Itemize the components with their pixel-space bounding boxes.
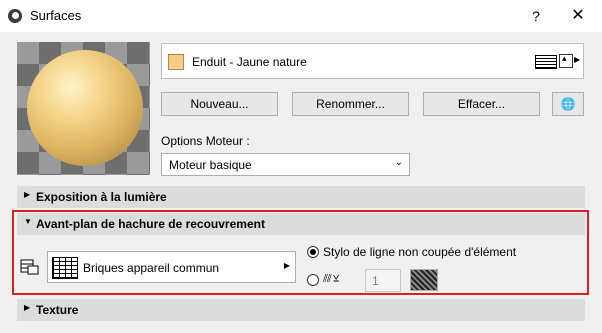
image-icon bbox=[559, 53, 573, 68]
section-texture[interactable]: ▶ Texture bbox=[17, 299, 585, 321]
hatch-pattern-icon bbox=[535, 55, 557, 69]
globe-button[interactable]: 🌐 bbox=[552, 92, 584, 116]
engine-select[interactable]: Moteur basique ⌄ bbox=[161, 153, 410, 176]
material-selector[interactable]: Enduit - Jaune nature ▶ bbox=[161, 43, 584, 79]
material-color-swatch bbox=[168, 54, 184, 70]
window-title: Surfaces bbox=[30, 8, 82, 23]
highlight-frame bbox=[12, 210, 589, 295]
app-logo-icon bbox=[8, 9, 22, 23]
engine-select-value: Moteur basique bbox=[169, 158, 252, 172]
chevron-right-icon: ▶ bbox=[574, 55, 581, 64]
section-exposure-title: Exposition à la lumière bbox=[36, 190, 167, 204]
expand-arrow-icon: ▶ bbox=[24, 190, 31, 199]
material-preview bbox=[17, 42, 150, 175]
section-exposure[interactable]: ▶ Exposition à la lumière bbox=[17, 186, 585, 208]
section-texture-title: Texture bbox=[36, 303, 79, 317]
chevron-down-icon: ⌄ bbox=[394, 157, 403, 168]
new-button[interactable]: Nouveau... bbox=[161, 92, 278, 116]
globe-icon: 🌐 bbox=[560, 97, 576, 111]
engine-options-label: Options Moteur : bbox=[161, 134, 250, 148]
help-button[interactable]: ? bbox=[524, 0, 548, 32]
title-bar: Surfaces ? ✕ bbox=[0, 0, 602, 32]
material-name: Enduit - Jaune nature bbox=[192, 55, 307, 69]
expand-arrow-icon: ▶ bbox=[24, 303, 31, 312]
rename-button[interactable]: Renommer... bbox=[292, 92, 409, 116]
delete-button[interactable]: Effacer... bbox=[423, 92, 540, 116]
preview-sphere bbox=[27, 50, 143, 166]
close-button[interactable]: ✕ bbox=[566, 0, 590, 32]
